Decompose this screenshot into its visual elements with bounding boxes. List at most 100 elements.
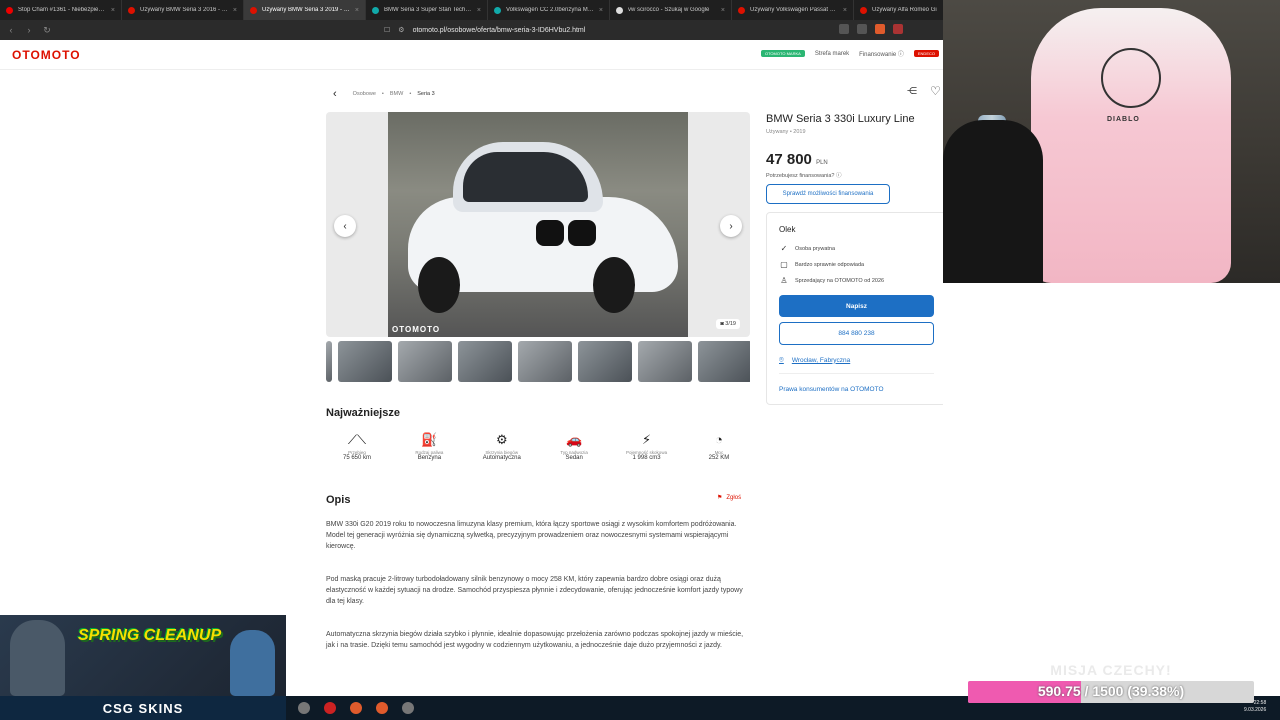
photo-counter: ◙ 3/19 — [716, 319, 740, 329]
goal-progress-bar: 590.75 / 1500 (39.38%) — [968, 681, 1254, 703]
write-message-button[interactable]: Napisz — [779, 295, 934, 317]
main-photo[interactable]: OTOMOTO — [388, 112, 688, 337]
brave-icon[interactable] — [376, 702, 388, 714]
wheel — [593, 257, 635, 313]
site-info-icon[interactable]: ⚙ — [398, 26, 404, 34]
seller-info-row: ▢ Bardzo sprawnie odpowiada — [779, 260, 864, 269]
engine-icon: ⚡ — [641, 432, 652, 447]
close-tab-icon[interactable]: × — [721, 7, 725, 14]
seller-info-text: Osoba prywatna — [795, 245, 836, 252]
rewards-icon[interactable] — [893, 24, 903, 34]
reader-icon[interactable] — [857, 24, 867, 34]
highlight-item: ◔ Moc 252 KM — [688, 432, 750, 461]
gallery-thumbnail[interactable] — [578, 341, 632, 382]
close-tab-icon[interactable]: × — [843, 7, 847, 14]
highlights-list: ⟋⟍ Przebieg 75 650 km ⛽ Rodzaj paliwa Benzyna… — [326, 432, 750, 461]
check-financing-button[interactable]: Sprawdź możliwości finansowania — [766, 184, 890, 204]
close-tab-icon[interactable]: × — [233, 7, 237, 14]
next-photo-button[interactable]: › — [720, 215, 742, 237]
breadcrumb-item[interactable]: BMW — [390, 91, 403, 97]
opera-icon[interactable] — [324, 702, 336, 714]
tab-title: Volkswagen CC 2.0benzyna Możliwa — [506, 7, 594, 13]
description-paragraph: Pod maską pracuje 2-litrowy turbodoładow… — [326, 576, 743, 605]
back-arrow-icon[interactable]: ‹ — [333, 88, 337, 100]
otomoto-logo[interactable]: OTOMOTO — [12, 48, 81, 62]
divider — [779, 373, 934, 374]
close-tab-icon[interactable]: × — [355, 7, 359, 14]
prev-photo-button[interactable]: ‹ — [334, 215, 356, 237]
financing-question: Potrzebujesz finansowania? ⓘ — [766, 173, 842, 179]
favicon-icon — [494, 6, 501, 14]
streamer-silhouette — [943, 120, 1043, 283]
tab-title: vw scirocco - Szukaj w Google — [628, 7, 710, 13]
browser-tab[interactable]: Stop Cham #1361 - Niebezpieczne i × — [0, 0, 122, 20]
back-icon[interactable]: ‹ — [4, 25, 18, 35]
highlight-value: Sedan — [565, 455, 583, 461]
forward-icon[interactable]: › — [22, 25, 36, 35]
obs-icon[interactable] — [298, 702, 310, 714]
tab-title: Używany Volkswagen Passat 1998 - — [750, 7, 838, 13]
gallery-thumbnail[interactable] — [518, 341, 572, 382]
goal-title: MISJA CZECHY! — [1050, 662, 1172, 678]
browser-tab[interactable]: Używany BMW Seria 3 2016 - 36 003 × — [122, 0, 244, 20]
otomoto-page: OTOMOTO OTOMOTO MARKA Strefa marek Finan… — [0, 40, 943, 696]
reload-icon[interactable]: ↻ — [40, 25, 54, 36]
highlight-value: Automatyczna — [482, 455, 521, 461]
report-label: Zgłoś — [726, 494, 742, 501]
browser-tab[interactable]: Używany Alfa Romeo Gi× — [854, 0, 943, 20]
breadcrumb-item[interactable]: Osobowe — [353, 91, 376, 97]
flag-icon: ⚑ — [717, 495, 723, 501]
gallery-thumbnail[interactable] — [698, 341, 750, 382]
bookmark-icon[interactable]: ☐ — [384, 26, 390, 34]
location-link[interactable]: ⌾ Wrocław, Fabryczna — [779, 355, 850, 365]
clock-date: 9.03.2026 — [1244, 707, 1267, 713]
close-tab-icon[interactable]: × — [599, 7, 603, 14]
consumer-rights-link[interactable]: Prawa konsumentów na OTOMOTO — [779, 386, 884, 393]
breadcrumb-item[interactable]: Seria 3 — [417, 91, 434, 97]
tab-title: Używany Alfa Romeo Gi — [872, 7, 937, 13]
gearbox-icon: ⚙ — [495, 432, 508, 447]
gallery-thumbnail[interactable] — [338, 341, 392, 382]
logo-part: OTO — [12, 48, 41, 62]
close-tab-icon[interactable]: × — [477, 7, 481, 14]
tab-title: Stop Cham #1361 - Niebezpieczne i — [18, 7, 106, 13]
photo-counter-text: 3/19 — [725, 321, 736, 327]
chair-logo-icon — [1101, 48, 1161, 108]
report-button[interactable]: ⚑ Zgłoś — [717, 494, 742, 502]
cast-icon[interactable] — [839, 24, 849, 34]
browser-tab[interactable]: Używany BMW Seria 3 2019 - 47 × — [244, 0, 366, 20]
seller-name: Olek — [779, 225, 796, 234]
gallery-thumbnail[interactable] — [638, 341, 692, 382]
gallery-thumbnail[interactable] — [326, 341, 332, 382]
app-icon[interactable] — [402, 702, 414, 714]
chat-icon: ▢ — [780, 260, 788, 269]
browser-tab[interactable]: Volkswagen CC 2.0benzyna Możliwa × — [488, 0, 610, 20]
browser-tab[interactable]: vw scirocco - Szukaj w Google × — [610, 0, 732, 20]
brand-zone-link[interactable]: Strefa marek — [815, 51, 849, 57]
heart-icon[interactable]: ♡ — [930, 84, 941, 98]
brave-icon[interactable] — [350, 702, 362, 714]
listing-price: 47 800 PLN — [766, 151, 828, 168]
browser-tab[interactable]: Używany Volkswagen Passat 1998 - × — [732, 0, 854, 20]
financing-link[interactable]: Finansowanie ⓘ — [859, 49, 904, 58]
gallery-thumbnail[interactable] — [398, 341, 452, 382]
thumbnail-strip — [326, 341, 750, 382]
show-phone-button[interactable]: 884 880 238 — [779, 322, 934, 345]
highlight-item: ⚙ Skrzynia biegów Automatyczna — [471, 432, 533, 461]
location-text: Wrocław, Fabryczna — [791, 356, 851, 364]
webcam-overlay: DIABLO — [943, 0, 1280, 283]
favicon-icon — [372, 6, 379, 14]
seller-info-row: ♙ Sprzedający na OTOMOTO od 2026 — [779, 276, 884, 285]
logo-part: MOTO — [40, 48, 81, 62]
tab-title: Używany BMW Seria 3 2019 - 47 — [262, 7, 350, 13]
close-tab-icon[interactable]: × — [111, 7, 115, 14]
brave-shield-icon[interactable] — [875, 24, 885, 34]
brand-badge[interactable]: OTOMOTO MARKA — [760, 50, 805, 57]
browser-tab[interactable]: BMW Seria 3 Super Stan Techniczny × — [366, 0, 488, 20]
share-icon[interactable]: ⋲ — [907, 86, 917, 97]
promo-badge[interactable]: ENDECO — [913, 50, 939, 57]
address-bar[interactable]: ☐ ⚙ otomoto.pl/osobowe/oferta/bmw-seria-… — [384, 26, 585, 35]
chevron-right-icon: › — [729, 220, 733, 232]
gallery-thumbnail[interactable] — [458, 341, 512, 382]
chevron-left-icon: ‹ — [343, 220, 347, 232]
